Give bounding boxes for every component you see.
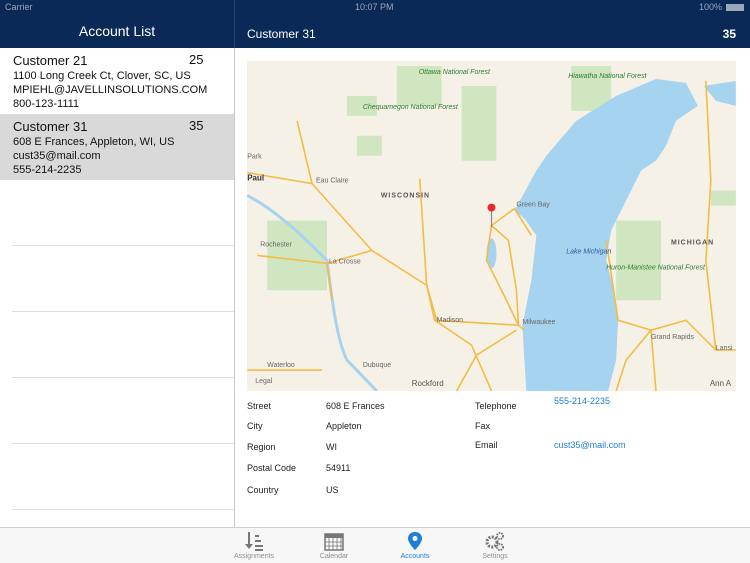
tab-settings[interactable]: Settings — [465, 530, 525, 560]
svg-text:Ottawa National Forest: Ottawa National Forest — [419, 69, 491, 76]
svg-text:Paul: Paul — [247, 174, 264, 183]
account-number: 35 — [189, 118, 204, 133]
svg-text:Green Bay: Green Bay — [516, 202, 550, 209]
account-address: 608 E Frances, Appleton, WI, US — [13, 136, 175, 148]
map-pin-icon — [408, 532, 422, 550]
account-detail: Ottawa National Forest Hiawatha National… — [235, 48, 750, 527]
postal-code-label: Postal Code — [247, 463, 297, 473]
city-value: Appleton — [326, 421, 362, 431]
status-bar: Carrier 10:07 PM 100% — [0, 0, 750, 14]
svg-text:MICHIGAN: MICHIGAN — [671, 239, 714, 246]
account-list-title: Account List — [78, 23, 156, 39]
rockford-label: Rockford — [412, 379, 444, 388]
street-label: Street — [247, 401, 272, 411]
svg-text:Grand Rapids: Grand Rapids — [651, 334, 695, 341]
svg-text:Eau Claire: Eau Claire — [316, 178, 349, 185]
svg-text:La Crosse: La Crosse — [329, 258, 361, 265]
navigation-bar: Account List Customer 31 35 — [0, 0, 750, 48]
detail-title: Customer 31 — [247, 27, 316, 41]
svg-text:Chequamegon National Forest: Chequamegon National Forest — [363, 104, 459, 111]
account-phone: 800-123-1111 — [13, 98, 80, 110]
telephone-link[interactable]: 555-214-2235 — [554, 396, 610, 406]
street-value: 608 E Frances — [326, 401, 385, 411]
country-label: Country — [247, 485, 279, 495]
battery-percent: 100% — [698, 2, 722, 12]
sort-list-icon — [245, 532, 263, 551]
country-value: US — [326, 485, 339, 495]
svg-text:Huron-Manistee National Forest: Huron-Manistee National Forest — [606, 264, 706, 271]
tab-calendar[interactable]: Calendar — [304, 530, 364, 560]
tab-assignments[interactable]: Assignments — [224, 530, 284, 560]
telephone-label: Telephone — [475, 401, 517, 411]
svg-text:Lake Michigan: Lake Michigan — [566, 248, 611, 255]
calendar-icon — [324, 533, 344, 551]
legal-link: Legal — [255, 378, 273, 385]
empty-row — [12, 246, 234, 312]
postal-code-value: 54911 — [326, 463, 351, 473]
detail-number: 35 — [722, 27, 736, 41]
map-view[interactable]: Ottawa National Forest Hiawatha National… — [247, 61, 736, 391]
account-row-selected[interactable]: Customer 31 35 608 E Frances, Appleton, … — [0, 114, 234, 180]
empty-row — [12, 378, 234, 444]
carrier: Carrier — [5, 2, 33, 12]
ann-arbor-label: Ann A — [710, 379, 732, 388]
email-link[interactable]: cust35@mail.com — [554, 440, 626, 450]
account-email: MPIEHL@JAVELLINSOLUTIONS.COM — [13, 84, 208, 96]
divider — [234, 0, 235, 48]
tab-accounts[interactable]: Accounts — [385, 530, 445, 560]
email-label: Email — [475, 440, 498, 450]
lake-michigan — [514, 78, 698, 391]
svg-text:Rochester: Rochester — [260, 241, 292, 248]
region-value: WI — [326, 442, 337, 452]
fax-label: Fax — [475, 421, 491, 431]
svg-text:Waterloo: Waterloo — [267, 362, 295, 369]
account-row[interactable]: Customer 21 25 1100 Long Creek Ct, Clove… — [0, 48, 234, 114]
empty-row — [12, 444, 234, 510]
map-graphic: Ottawa National Forest Hiawatha National… — [247, 65, 736, 391]
svg-text:WISCONSIN: WISCONSIN — [381, 193, 430, 200]
empty-row — [12, 312, 234, 378]
svg-text:Madison: Madison — [437, 317, 463, 324]
clock: 10:07 PM — [355, 2, 394, 12]
battery-icon — [726, 4, 744, 11]
region-label: Region — [247, 442, 276, 452]
account-phone: 555-214-2235 — [13, 164, 82, 176]
tab-bar: Assignments Calendar Accounts Settings — [0, 527, 750, 563]
empty-row — [12, 180, 234, 246]
svg-text:Milwaukee: Milwaukee — [522, 319, 555, 326]
gears-icon — [485, 532, 504, 551]
account-email: cust35@mail.com — [13, 150, 101, 162]
svg-text:Dubuque: Dubuque — [363, 362, 391, 369]
account-list: Customer 21 25 1100 Long Creek Ct, Clove… — [0, 48, 235, 527]
svg-text:Lansi: Lansi — [716, 345, 733, 352]
svg-text:Park: Park — [247, 154, 262, 161]
svg-text:Hiawatha National Forest: Hiawatha National Forest — [568, 73, 647, 80]
account-address: 1100 Long Creek Ct, Clover, SC, US — [13, 70, 191, 82]
city-label: City — [247, 421, 263, 431]
account-number: 25 — [189, 52, 204, 67]
